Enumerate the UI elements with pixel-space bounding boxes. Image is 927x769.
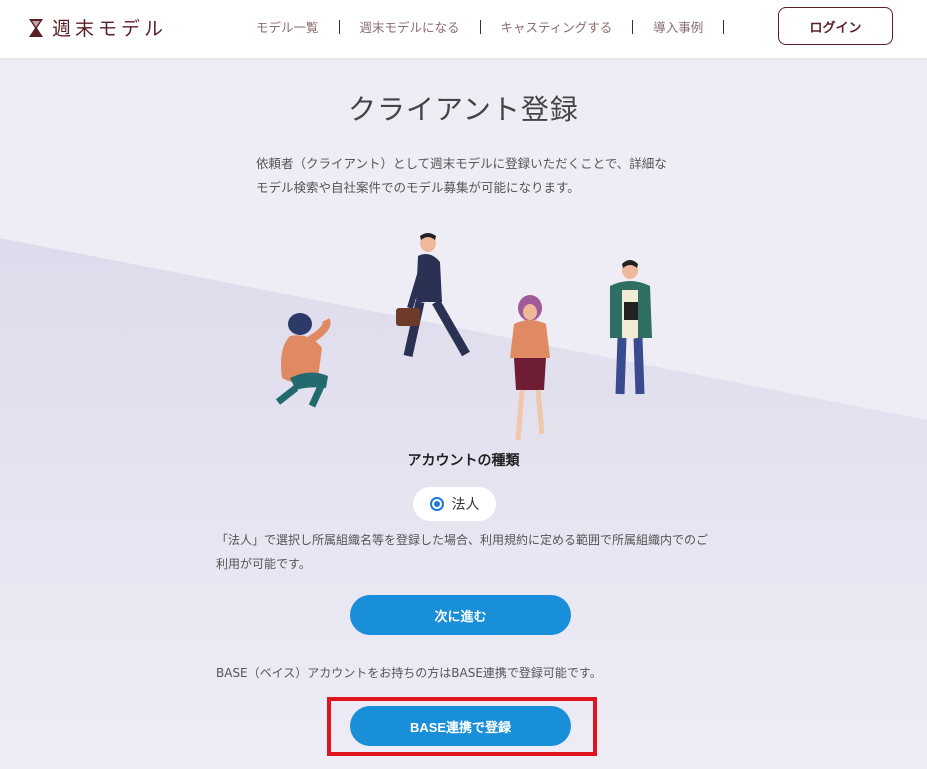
nav-model-list[interactable]: モデル一覧: [256, 17, 319, 36]
main-nav: モデル一覧 週末モデルになる キャスティングする 導入事例: [256, 17, 744, 36]
nav-divider: [632, 19, 634, 34]
nav-case-studies[interactable]: 導入事例: [653, 17, 703, 36]
radio-label: 法人: [451, 497, 480, 513]
crouching-person-figure: [275, 313, 331, 408]
woman-figure: [510, 295, 550, 441]
login-button[interactable]: ログイン: [778, 7, 893, 45]
standing-man-figure: [610, 260, 652, 395]
hourglass-logo-icon: [29, 18, 43, 37]
corporate-note: 「法人」で選択し所属組織名等を登録した場合、利用規約に定める範囲で所属組織内での…: [216, 533, 709, 571]
nav-divider: [479, 19, 481, 34]
next-button[interactable]: 次に進む: [350, 595, 571, 635]
nav-divider: [723, 19, 725, 34]
page-title: クライアント登録: [348, 93, 579, 126]
radio-selected-icon: [429, 497, 444, 511]
base-note: BASE（ベイス）アカウントをお持ちの方はBASE連携で登録可能です。: [216, 666, 602, 680]
logo-text: 週末モデル: [52, 18, 168, 40]
account-type-corporate-radio[interactable]: 法人: [413, 487, 496, 521]
nav-divider: [338, 19, 340, 34]
nav-become-model[interactable]: 週末モデルになる: [360, 17, 460, 36]
base-register-button[interactable]: BASE連携で登録: [350, 706, 571, 746]
site-header: 週末モデル モデル一覧 週末モデルになる キャスティングする 導入事例 ログイン: [0, 0, 927, 58]
people-illustration: [275, 233, 652, 441]
walking-businessman-figure: [396, 233, 470, 357]
account-type-label: アカウントの種類: [407, 453, 520, 469]
intro-text: 依頼者（クライアント）として週末モデルに登録いただくことで、詳細なモデル検索や自…: [256, 156, 667, 195]
logo[interactable]: 週末モデル: [28, 14, 167, 41]
nav-casting[interactable]: キャスティングする: [501, 17, 613, 36]
